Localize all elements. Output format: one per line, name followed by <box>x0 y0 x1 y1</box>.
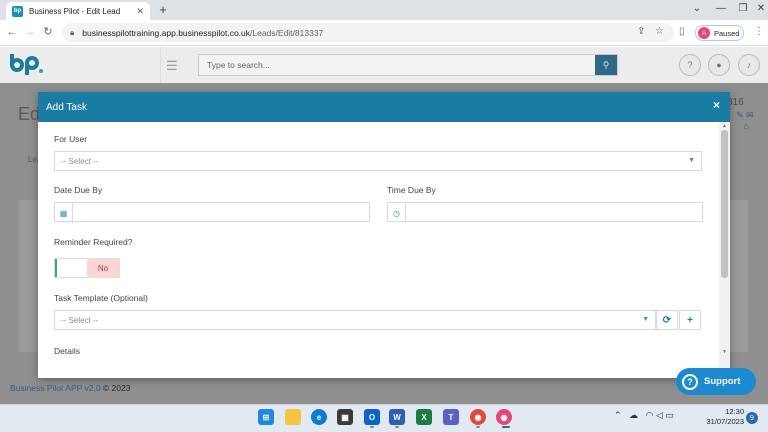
share-icon[interactable]: ⇪ <box>637 26 645 37</box>
forward-icon[interactable]: → <box>22 24 38 40</box>
active-indicator <box>502 426 510 428</box>
system-tray[interactable]: ⌃ ☁ ◠ ◁ ▭ <box>614 410 674 421</box>
date-due-value <box>73 203 369 221</box>
url-bar[interactable]: 🔒︎ businesspilottraining.app.businesspil… <box>62 23 674 42</box>
chevron-down-icon: ▼ <box>688 157 695 164</box>
scroll-up-icon[interactable]: ▲ <box>722 123 727 129</box>
scroll-down-icon[interactable]: ▼ <box>722 349 727 355</box>
notification-badge[interactable]: 9 <box>746 412 758 424</box>
user-icon[interactable]: ● <box>708 54 730 76</box>
tab-close-icon[interactable]: ✕ <box>136 6 144 17</box>
header-divider <box>160 47 161 83</box>
toggle-off-side[interactable] <box>55 259 88 277</box>
clock-icon[interactable]: ◷ <box>388 203 406 223</box>
tab-title: Business Pilot - Edit Lead <box>29 6 121 16</box>
hamburger-menu-icon[interactable]: ☰ <box>166 58 178 74</box>
details-label: Details <box>54 346 80 356</box>
support-label: Support <box>704 376 741 387</box>
url-path: /Leads/Edit/813337 <box>250 27 324 38</box>
minimize-button[interactable]: — <box>710 2 732 16</box>
clock-time: 12:30 <box>725 407 744 416</box>
tray-chevron-icon[interactable]: ⌃ <box>614 410 622 420</box>
taskbar-clock[interactable]: 12:30 31/07/2023 <box>700 407 744 427</box>
business-pilot-logo[interactable] <box>8 52 44 76</box>
for-user-label: For User <box>54 134 88 144</box>
running-indicator <box>370 426 374 428</box>
menu-dots-icon[interactable]: ⋮ <box>754 26 764 37</box>
side-panel-icon[interactable]: ▯ <box>679 26 685 37</box>
modal-header: Add Task × <box>38 92 730 122</box>
outlook-icon[interactable]: O <box>364 409 380 425</box>
microsoft-store-icon[interactable]: ▦ <box>337 409 353 425</box>
teams-icon[interactable]: T <box>443 409 459 425</box>
wifi-icon[interactable]: ◠ <box>646 410 654 420</box>
chevron-down-icon: ▼ <box>642 316 649 323</box>
profile-status: Paused <box>714 28 740 38</box>
time-due-field[interactable]: ◷ <box>387 202 703 223</box>
task-template-select[interactable]: -- Select -- ▼ <box>54 310 656 330</box>
lock-icon[interactable]: 🔒︎ <box>70 28 74 38</box>
date-due-field[interactable]: ▦ <box>54 202 370 223</box>
page-title: Ed <box>18 104 41 124</box>
windows-start-icon[interactable]: ⊞ <box>258 409 274 425</box>
back-icon[interactable]: ← <box>4 24 20 40</box>
date-due-label: Date Due By <box>54 185 103 195</box>
refresh-templates-button[interactable]: ⟳ <box>656 310 678 330</box>
search-input[interactable]: Type to search... ⚲ <box>198 54 618 76</box>
chrome-icon[interactable]: ◉ <box>470 409 486 425</box>
plus-icon: + <box>687 314 693 326</box>
help-icon[interactable]: ? <box>679 54 701 76</box>
add-task-modal: Add Task × For User -- Select -- ▼ Date … <box>38 92 730 378</box>
word-icon[interactable]: W <box>389 409 405 425</box>
favicon-icon: bp <box>12 5 23 17</box>
running-indicator <box>395 426 399 428</box>
file-explorer-icon[interactable] <box>285 409 301 425</box>
lead-action-icons: ✎ ✉ ⌂ <box>736 110 754 131</box>
edge-icon[interactable]: e <box>311 409 327 425</box>
modal-title: Add Task <box>46 101 87 113</box>
footer-link[interactable]: Business Pilot APP v2.0 <box>10 383 101 393</box>
chrome-profile-icon[interactable]: ◉ <box>496 409 512 425</box>
chevron-down-icon[interactable]: ⌄ <box>686 2 708 16</box>
modal-close-button[interactable]: × <box>713 98 720 112</box>
search-placeholder: Type to search... <box>207 60 270 70</box>
battery-icon[interactable]: ▭ <box>665 410 674 420</box>
close-window-button[interactable]: ✕ <box>750 2 768 16</box>
template-label: Task Template (Optional) <box>54 293 148 303</box>
reminder-toggle[interactable]: No <box>54 258 120 278</box>
support-button[interactable]: ? Support <box>676 368 756 395</box>
bookmark-star-icon[interactable]: ☆ <box>655 26 664 37</box>
excel-icon[interactable]: X <box>416 409 432 425</box>
time-due-value <box>406 203 702 221</box>
browser-tab[interactable]: bp Business Pilot - Edit Lead ✕ <box>6 2 150 20</box>
avatar: A <box>698 27 710 39</box>
url-host: businesspilottraining.app.businesspilot.… <box>82 27 251 38</box>
for-user-value: -- Select -- <box>61 156 99 166</box>
search-icon[interactable]: ⚲ <box>595 55 617 75</box>
onedrive-icon[interactable]: ☁ <box>629 410 638 420</box>
reload-icon[interactable]: ↻ <box>40 24 56 40</box>
reminder-label: Reminder Required? <box>54 237 133 247</box>
profile-button[interactable]: A Paused <box>695 25 744 41</box>
new-tab-button[interactable]: + <box>156 2 170 18</box>
template-value: -- Select -- <box>61 315 99 325</box>
refresh-icon: ⟳ <box>662 314 672 326</box>
footer-copyright: © 2023 <box>102 383 131 393</box>
for-user-select[interactable]: -- Select -- ▼ <box>54 151 702 171</box>
volume-icon[interactable]: ◁ <box>656 410 663 420</box>
time-due-label: Time Due By <box>387 185 436 195</box>
help-circle-icon: ? <box>682 373 698 390</box>
calendar-icon[interactable]: ▦ <box>55 203 73 223</box>
add-template-button[interactable]: + <box>679 310 701 330</box>
clock-date: 31/07/2023 <box>706 417 744 426</box>
scrollbar-thumb[interactable] <box>721 130 728 278</box>
page-footer: Business Pilot APP v2.0 © 2023 <box>10 383 130 393</box>
bell-icon[interactable]: ♪ <box>738 54 760 76</box>
running-indicator <box>476 426 480 428</box>
toggle-no-label[interactable]: No <box>87 259 119 277</box>
